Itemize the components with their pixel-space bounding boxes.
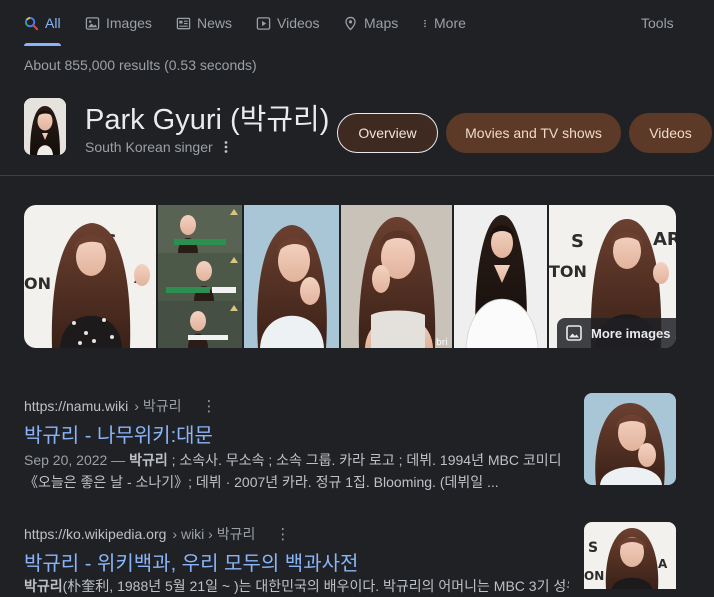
svg-text:A: A [658,557,668,571]
map-pin-icon [345,16,356,31]
more-options-icon[interactable]: ⋮ [201,397,216,415]
chip-movies-tv[interactable]: Movies and TV shows [446,113,621,153]
tools-label: Tools [641,15,674,31]
result-1-title[interactable]: 박규리 - 나무위키:대문 [24,419,213,448]
tab-images[interactable]: Images [85,13,152,33]
result-1-snippet-bold: 박규리 [129,452,168,468]
tab-videos-label: Videos [277,15,320,31]
svg-text:S: S [588,540,598,556]
strip-image-1[interactable]: S ON A [24,205,156,348]
svg-text:ON: ON [584,569,604,583]
result-2-breadcrumb: › wiki › 박규리 [172,526,256,542]
strip-image-5[interactable] [454,205,547,348]
svg-text:AR: AR [653,229,676,250]
entity-subtitle: South Korean singer [85,139,229,155]
result-1-url[interactable]: https://namu.wiki › 박규리 ⋮ [24,396,216,416]
tab-maps[interactable]: Maps [343,13,398,33]
tools-button[interactable]: Tools [641,13,674,33]
strip-image-4[interactable]: bri [341,205,452,348]
result-2-snippet: 박규리(朴奎利, 1988년 5월 21일 ~ )는 대한민국의 배우이다. 박… [24,575,569,597]
tab-all-label: All [45,15,61,31]
strip-image-2[interactable] [158,205,242,348]
result-2-snippet-text: (朴奎利, 1988년 5월 21일 ~ )는 대한민국의 배우이다. 박규리의… [62,578,569,594]
entity-thumbnail[interactable] [24,98,66,155]
result-1-snippet: Sep 20, 2022 — 박규리 ; 소속사. 무소속 ; 소속 그룹. 카… [24,449,569,493]
svg-text:TON: TON [549,262,587,281]
more-options-icon[interactable] [223,140,229,154]
result-2-snippet-bold: 박규리 [24,578,63,594]
image-icon [566,325,582,341]
chip-videos[interactable]: Videos [629,113,712,153]
active-tab-indicator [24,43,61,46]
search-icon [24,16,39,30]
entity-title: Park Gyuri (박규리) [85,104,330,136]
more-images-button[interactable]: More images [557,318,676,348]
tab-videos[interactable]: Videos [256,13,320,33]
tab-news[interactable]: News [176,13,232,33]
video-icon [256,16,271,30]
tab-maps-label: Maps [364,15,399,31]
tab-images-label: Images [106,15,152,31]
result-1-domain: https://namu.wiki [24,398,129,414]
result-stats: About 855,000 results (0.53 seconds) [24,57,257,73]
result-1-date: Sep 20, 2022 — [24,452,126,468]
svg-text:S: S [571,231,584,252]
result-2-url[interactable]: https://ko.wikipedia.org › wiki › 박규리 ⋮ [24,524,290,544]
search-tabs: All Images News Videos Maps More Tools [0,0,714,46]
result-2-domain: https://ko.wikipedia.org [24,526,167,542]
more-options-icon[interactable]: ⋮ [275,525,290,543]
tab-more-label: More [434,15,466,31]
strip-image-3[interactable] [244,205,339,348]
tab-news-label: News [197,15,233,31]
more-vert-icon [424,19,426,27]
section-divider [0,175,714,176]
entity-portrait-image [24,98,66,155]
entity-subtitle-text: South Korean singer [85,139,213,155]
chip-overview[interactable]: Overview [337,113,438,153]
svg-text:bri: bri [436,338,448,348]
news-icon [176,17,191,29]
tab-more[interactable]: More [420,13,466,33]
tab-all[interactable]: All [24,13,61,33]
svg-text:ON: ON [24,274,51,293]
image-icon [85,16,100,30]
more-images-label: More images [591,325,671,341]
result-2-title[interactable]: 박규리 - 위키백과, 우리 모두의 백과사전 [24,547,358,576]
result-1-thumbnail[interactable] [584,393,676,485]
result-1-breadcrumb: › 박규리 [134,398,182,414]
result-2-thumbnail[interactable]: S ON A [584,522,676,589]
